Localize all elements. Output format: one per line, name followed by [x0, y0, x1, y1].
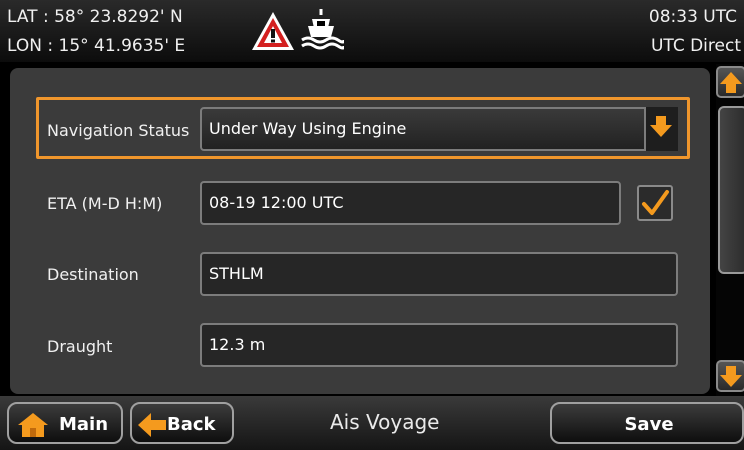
back-button-label: Back — [167, 414, 216, 435]
clock-readout: 08:33 UTC — [648, 7, 737, 27]
checkmark-icon — [642, 190, 669, 215]
scrollbar-thumb[interactable] — [718, 106, 744, 274]
arrow-left-icon — [138, 413, 166, 437]
scroll-down-button[interactable] — [716, 360, 744, 392]
time-source-readout: UTC Direct — [650, 36, 741, 56]
draught-value: 12.3 m — [209, 335, 266, 354]
voyage-form-panel: Navigation Status Under Way Using Engine… — [10, 68, 710, 394]
dropdown-button[interactable] — [644, 107, 678, 151]
ship-icon — [301, 9, 344, 50]
draught-label: Draught — [47, 337, 113, 356]
eta-label: ETA (M-D H:M) — [47, 194, 163, 213]
draught-field[interactable]: 12.3 m — [200, 323, 678, 367]
destination-value: STHLM — [209, 264, 264, 283]
save-button[interactable]: Save — [550, 402, 744, 444]
warning-triangle-icon[interactable] — [250, 10, 296, 52]
home-icon — [18, 413, 48, 437]
main-button[interactable]: Main — [7, 402, 123, 444]
status-bar: LAT : 58° 23.8292' N LON : 15° 41.9635' … — [0, 0, 744, 62]
navigation-status-dropdown[interactable]: Under Way Using Engine — [200, 107, 678, 151]
save-button-label: Save — [624, 414, 674, 435]
main-button-label: Main — [59, 414, 109, 435]
chevron-down-icon — [650, 116, 672, 137]
eta-checkbox[interactable] — [637, 185, 673, 221]
navigation-status-value: Under Way Using Engine — [209, 119, 407, 138]
destination-field[interactable]: STHLM — [200, 252, 678, 296]
eta-field[interactable]: 08-19 12:00 UTC — [200, 181, 621, 225]
eta-value: 08-19 12:00 UTC — [209, 193, 344, 212]
arrow-up-icon — [720, 72, 742, 93]
page-title: Ais Voyage — [330, 410, 440, 434]
destination-label: Destination — [47, 265, 139, 284]
arrow-down-icon — [720, 366, 742, 387]
scroll-up-button[interactable] — [716, 66, 744, 98]
back-button[interactable]: Back — [130, 402, 234, 444]
navigation-status-label: Navigation Status — [47, 121, 190, 140]
latitude-readout: LAT : 58° 23.8292' N — [7, 7, 183, 27]
longitude-readout: LON : 15° 41.9635' E — [7, 36, 186, 56]
